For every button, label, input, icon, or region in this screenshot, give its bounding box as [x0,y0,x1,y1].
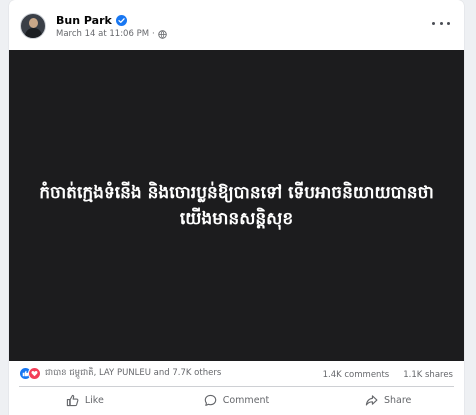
post-card: Bun Park March 14 at 11:06 PM · កំចាត់ក្… [9,0,464,415]
post-stats: ជាបាន ជម្ពូជាតិ, LAY PUNLEU and 7.7K oth… [9,364,464,386]
reaction-names[interactable]: ជាបាន ជម្ពូជាតិ, LAY PUNLEU and 7.7K oth… [45,368,221,380]
post-actions: Like Comment Share [9,388,464,413]
post-header: Bun Park March 14 at 11:06 PM · [9,0,464,50]
post-image-text: កំចាត់ក្មេងទំនើង និងចោរប្លន់ឱ្យបានទៅ ទើប… [39,182,434,229]
comments-count[interactable]: 1.4K comments [323,370,390,380]
globe-icon[interactable] [158,29,167,39]
author-name[interactable]: Bun Park [56,14,112,27]
share-button[interactable]: Share [312,388,464,413]
reactions-summary[interactable]: ជាបាន ជម្ពូជាតិ, LAY PUNLEU and 7.7K oth… [19,367,221,380]
engagement-counts: 1.4K comments 1.1K shares [323,370,453,380]
share-icon [365,395,378,406]
comment-label: Comment [222,395,270,406]
share-label: Share [383,395,412,406]
dot [432,21,435,25]
like-button[interactable]: Like [9,388,161,413]
author-row: Bun Park [56,12,127,28]
more-options-icon[interactable] [432,16,450,30]
meta-separator: · [152,29,155,39]
post-meta: March 14 at 11:06 PM · [56,28,167,40]
shares-count[interactable]: 1.1K shares [403,370,453,380]
avatar-head [29,18,38,28]
like-label: Like [84,395,104,406]
dot [439,21,443,25]
verified-badge-icon [115,14,127,26]
avatar-body [25,28,42,38]
love-icon [28,367,41,380]
post-image[interactable]: កំចាត់ក្មេងទំនើង និងចោរប្លន់ឱ្យបានទៅ ទើប… [9,50,464,361]
comment-icon [204,394,216,406]
stats-divider [19,386,454,387]
dot [447,21,450,25]
author-avatar[interactable] [20,13,46,39]
comment-button[interactable]: Comment [161,388,313,413]
post-timestamp[interactable]: March 14 at 11:06 PM [56,29,149,39]
thumbs-up-icon [66,394,79,407]
